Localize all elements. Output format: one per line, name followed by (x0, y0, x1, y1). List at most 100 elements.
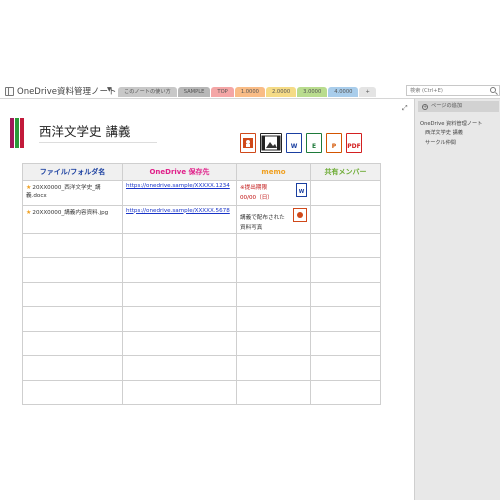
excel-icon-label: E (311, 143, 317, 150)
tab-2[interactable]: TOP (211, 87, 234, 97)
memo-text: 資料写真 (240, 224, 263, 231)
onedrive-link[interactable]: https://onedrive.sample/XXXXX.5678 (126, 208, 230, 214)
word-icon-label: W (298, 189, 305, 195)
table-cell[interactable] (236, 232, 311, 258)
image-file-icon[interactable] (293, 207, 307, 222)
table-cell[interactable] (236, 306, 311, 332)
tab-4[interactable]: 2.0000 (265, 87, 297, 97)
pdf-file-icon[interactable]: PDF (346, 133, 362, 153)
table-row: ★20XX0000_講義内容資料.jpg https://onedrive.sam… (22, 204, 381, 234)
table-cell[interactable]: ※提出期限 00/00（日） W (236, 180, 311, 206)
table-cell[interactable] (310, 232, 381, 258)
table-row (22, 330, 381, 356)
image-file-icon[interactable] (240, 133, 256, 153)
section-tabs: このノートの使い方 SAMPLE TOP 1.0000 2.0000 3.0000 4.00… (118, 87, 377, 97)
table-cell[interactable]: https://onedrive.sample/XXXXX.1234 (122, 180, 237, 206)
table-row (22, 257, 381, 283)
table-cell[interactable] (236, 257, 311, 283)
column-header: OneDrive 保存先 (122, 163, 237, 181)
notebook-dropdown-icon[interactable]: ▼ (107, 86, 112, 93)
table-cell[interactable]: https://onedrive.sample/XXXXX.5678 (122, 204, 237, 234)
add-page-label: ページの追加 (431, 103, 463, 109)
table-cell[interactable] (310, 330, 381, 356)
table-row (22, 379, 381, 405)
tab-1[interactable]: SAMPLE (177, 87, 211, 97)
notebook-title[interactable]: OneDrive資料管理ノート (17, 85, 116, 97)
word-icon-label: W (290, 143, 298, 150)
page-item-circle[interactable]: サークル仲間 (425, 139, 456, 146)
file-type-icons: W E P PDF (240, 133, 362, 153)
page-list-panel: + ページの追加 OneDrive 資料管理ノート 西洋文学史 講義 サークル仲… (414, 98, 500, 500)
tab-6[interactable]: 4.0000 (328, 87, 359, 97)
book-logo-icon (10, 118, 32, 148)
table-cell[interactable] (310, 257, 381, 283)
file-name[interactable]: 20XX0000_西洋文学史_講義.docx (26, 185, 101, 199)
memo-text: 講義で配布された (240, 214, 285, 221)
page-item-onedrive[interactable]: OneDrive 資料管理ノート (420, 120, 482, 127)
table-cell[interactable] (122, 257, 237, 283)
powerpoint-file-icon[interactable]: P (326, 133, 342, 153)
star-icon: ★ (26, 184, 32, 191)
page-item-lecture[interactable]: 西洋文学史 講義 (425, 129, 463, 136)
expand-icon[interactable]: ⤢ (402, 104, 408, 113)
file-name[interactable]: 20XX0000_講義内容資料.jpg (32, 210, 108, 216)
table-cell[interactable] (310, 204, 381, 234)
memo-text: ※提出期限 (240, 185, 268, 191)
tab-add[interactable]: + (359, 87, 376, 97)
star-icon: ★ (26, 208, 32, 216)
memo-text: 00/00（日） (240, 195, 273, 201)
table-cell[interactable]: ★20XX0000_講義内容資料.jpg (22, 204, 123, 234)
table-row (22, 355, 381, 381)
search-box[interactable]: 検索 (Ctrl+E) (406, 85, 500, 96)
table-cell[interactable] (22, 379, 123, 405)
table-cell[interactable] (310, 355, 381, 381)
table-cell[interactable] (22, 257, 123, 283)
table-cell[interactable] (310, 281, 381, 307)
table-cell[interactable] (22, 330, 123, 356)
title-divider (39, 142, 157, 143)
table-cell[interactable]: 講義で配布された 資料写真 (236, 204, 311, 234)
search-input[interactable]: 検索 (Ctrl+E) (410, 87, 443, 94)
table-cell[interactable] (122, 281, 237, 307)
video-file-icon[interactable] (260, 133, 282, 153)
search-icon[interactable] (490, 87, 496, 93)
table-cell[interactable] (22, 232, 123, 258)
pdf-icon-label: PDF (347, 143, 361, 150)
column-header: 共有メンバー (310, 163, 381, 181)
table-row (22, 232, 381, 258)
table-cell[interactable] (310, 306, 381, 332)
word-file-icon[interactable]: W (286, 133, 302, 153)
powerpoint-icon-label: P (331, 143, 337, 150)
table-header-row: ファイル/フォルダ名 OneDrive 保存先 memo 共有メンバー (22, 163, 381, 181)
table-cell[interactable] (122, 330, 237, 356)
table-cell[interactable] (22, 306, 123, 332)
table-cell[interactable] (236, 355, 311, 381)
add-page-button[interactable]: + ページの追加 (418, 101, 499, 112)
plus-icon: + (422, 104, 428, 110)
word-file-icon[interactable]: W (296, 183, 307, 197)
column-header: memo (236, 163, 311, 181)
table-cell[interactable] (122, 379, 237, 405)
table-cell[interactable] (122, 355, 237, 381)
table-cell[interactable] (310, 379, 381, 405)
table-cell[interactable] (236, 379, 311, 405)
file-table: ファイル/フォルダ名 OneDrive 保存先 memo 共有メンバー ★20XX00… (22, 163, 381, 405)
tab-0[interactable]: このノートの使い方 (118, 87, 177, 97)
tab-5[interactable]: 3.0000 (297, 87, 328, 97)
table-cell[interactable] (122, 232, 237, 258)
table-cell[interactable] (122, 306, 237, 332)
table-row: ★20XX0000_西洋文学史_講義.docx https://onedrive.… (22, 180, 381, 206)
column-header: ファイル/フォルダ名 (22, 163, 123, 181)
excel-file-icon[interactable]: E (306, 133, 322, 153)
notebook-icon[interactable] (5, 87, 14, 96)
tab-3[interactable]: 1.0000 (234, 87, 265, 97)
table-row (22, 281, 381, 307)
table-cell[interactable]: ★20XX0000_西洋文学史_講義.docx (22, 180, 123, 206)
onedrive-link[interactable]: https://onedrive.sample/XXXXX.1234 (126, 183, 230, 189)
table-cell[interactable] (310, 180, 381, 206)
page-title[interactable]: 西洋文学史 講義 (39, 121, 130, 140)
table-cell[interactable] (22, 355, 123, 381)
table-cell[interactable] (236, 281, 311, 307)
table-cell[interactable] (22, 281, 123, 307)
table-cell[interactable] (236, 330, 311, 356)
